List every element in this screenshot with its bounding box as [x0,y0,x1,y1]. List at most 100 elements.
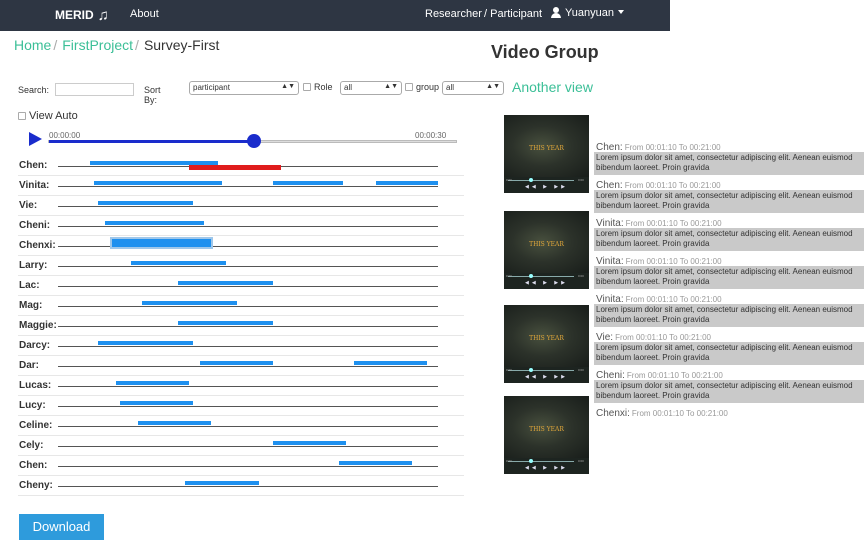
download-button[interactable]: Download [19,514,104,540]
comment-segment[interactable] [130,261,226,265]
view-auto-toggle[interactable]: View Auto [18,110,78,122]
timeline-row: Vinita: [18,176,464,196]
participant-name: Cheny: [19,480,53,491]
video-thumbnail[interactable]: THIS YEAR 0:00 0:00 ◀◀ ▶ ▶▶ [504,211,589,289]
video-title-text: THIS YEAR [529,241,564,248]
comment-item[interactable]: Cheni: From 00:01:10 To 00:21:00 Lorem ips… [594,365,864,403]
nav-about-link[interactable]: About [130,8,159,20]
role-checkbox[interactable] [303,83,311,91]
video-title-text: THIS YEAR [529,145,564,152]
comment-segment[interactable] [141,301,237,305]
comment-segment[interactable] [273,181,343,185]
comment-segment[interactable] [97,201,193,205]
comment-time-range: From 00:01:10 To 00:21:00 [625,295,722,304]
comment-segment[interactable] [185,481,259,485]
comment-segment[interactable] [97,341,193,345]
mini-time-start: 0:00 [506,368,512,372]
nav-participant-link[interactable]: / Participant [484,8,542,20]
timeline-row: Maggie: [18,316,464,336]
participant-name: Chen: [19,460,48,471]
comment-segment[interactable] [110,237,214,249]
seek-handle[interactable] [246,134,261,148]
mini-controls-icon[interactable]: ◀◀ ▶ ▶▶ [504,465,589,471]
comments-panel: Chen: From 00:01:10 To 00:21:00 Lorem ipsu… [594,137,864,416]
comment-segment[interactable] [119,401,193,405]
comment-text: Lorem ipsum dolor sit amet, consectetur … [594,342,864,365]
mini-seek-bar[interactable] [508,276,574,277]
video-thumbnail[interactable]: THIS YEAR 0:00 0:00 ◀◀ ▶ ▶▶ [504,115,589,193]
brand-logo[interactable]: MERID ♫ [55,7,109,24]
group-checkbox[interactable] [405,83,413,91]
seek-bar[interactable] [48,134,457,148]
another-view-link[interactable]: Another view [512,79,593,95]
comment-segment[interactable] [178,321,274,325]
comment-segment[interactable] [353,361,427,365]
group-label: group [416,82,440,92]
comment-item[interactable]: Vinita: From 00:01:10 To 00:21:00 Lorem ip… [594,213,864,251]
comment-segment[interactable] [375,181,438,185]
breadcrumb-current: Survey-First [143,37,220,53]
breadcrumb-separator: / [135,37,139,53]
mini-seek-bar[interactable] [508,180,574,181]
comment-segment[interactable] [273,441,347,445]
breadcrumb-project[interactable]: FirstProject [62,37,133,53]
mini-time-end: 0:00 [578,178,584,182]
sortby-select[interactable]: participant ▲▼ [189,81,299,95]
comment-item[interactable]: Vinita: From 00:01:10 To 00:21:00 Lorem ip… [594,289,864,327]
timeline-row: Lucy: [18,396,464,416]
group-select[interactable]: all ▲▼ [442,81,504,95]
select-arrows-icon: ▲▼ [384,83,398,90]
comment-item[interactable]: Chenxi: From 00:01:10 To 00:21:00 [594,403,864,416]
select-arrows-icon: ▲▼ [281,83,295,90]
mini-seek-bar[interactable] [508,370,574,371]
user-menu[interactable]: Yuanyuan [551,7,624,19]
breadcrumb-home[interactable]: Home [14,37,51,53]
comment-item[interactable]: Chen: From 00:01:10 To 00:21:00 Lorem ipsu… [594,137,864,175]
comment-segment[interactable] [93,181,223,185]
comment-segment[interactable] [104,221,204,225]
timeline-row: Larry: [18,256,464,276]
participant-name: Larry: [19,260,48,271]
mini-seek-bar[interactable] [508,461,574,462]
comment-segment[interactable] [115,381,190,385]
timeline-track [58,366,438,367]
timeline-track [58,346,438,347]
timeline-row: Chen: [18,456,464,476]
comment-segment[interactable] [137,421,212,425]
participant-name: Cheni: [19,220,51,231]
timeline-track [58,426,438,427]
play-icon[interactable] [29,132,42,146]
timeline-track [58,446,438,447]
mini-controls-icon[interactable]: ◀◀ ▶ ▶▶ [504,374,589,380]
video-thumbnail[interactable]: THIS YEAR 0:00 0:00 ◀◀ ▶ ▶▶ [504,396,589,474]
timeline-track [58,386,438,387]
comment-segment[interactable] [178,281,274,285]
video-group-title: Video Group [491,42,599,62]
mini-seek-handle[interactable] [529,459,533,463]
mini-seek-handle[interactable] [529,368,533,372]
mini-controls-icon[interactable]: ◀◀ ▶ ▶▶ [504,184,589,190]
view-auto-checkbox[interactable] [18,112,26,120]
comment-time-range: From 00:01:10 To 00:21:00 [625,257,722,266]
comment-segment[interactable] [200,361,274,365]
search-input[interactable] [55,83,134,96]
nav-researcher-link[interactable]: Researcher [425,8,482,20]
comment-item[interactable]: Vie: From 00:01:10 To 00:21:00 Lorem ipsum… [594,327,864,365]
participant-name: Darcy: [19,340,51,351]
comment-segment[interactable] [339,461,413,465]
mini-time-end: 0:00 [578,274,584,278]
mini-seek-handle[interactable] [529,178,533,182]
highlight-segment[interactable] [189,165,281,170]
timeline-row: Chen: [18,156,464,176]
mini-seek-handle[interactable] [529,274,533,278]
comment-item[interactable]: Vinita: From 00:01:10 To 00:21:00 Lorem ip… [594,251,864,289]
comment-time-range: From 00:01:10 To 00:21:00 [626,371,723,380]
participant-name: Celine: [19,420,53,431]
group-value: all [446,83,455,92]
comment-item[interactable]: Chen: From 00:01:10 To 00:21:00 Lorem ipsu… [594,175,864,213]
comment-time-range: From 00:01:10 To 00:21:00 [624,181,721,190]
video-thumbnail[interactable]: THIS YEAR 0:00 0:00 ◀◀ ▶ ▶▶ [504,305,589,383]
comment-text: Lorem ipsum dolor sit amet, consectetur … [594,304,864,327]
role-select[interactable]: all ▲▼ [340,81,402,95]
mini-controls-icon[interactable]: ◀◀ ▶ ▶▶ [504,280,589,286]
